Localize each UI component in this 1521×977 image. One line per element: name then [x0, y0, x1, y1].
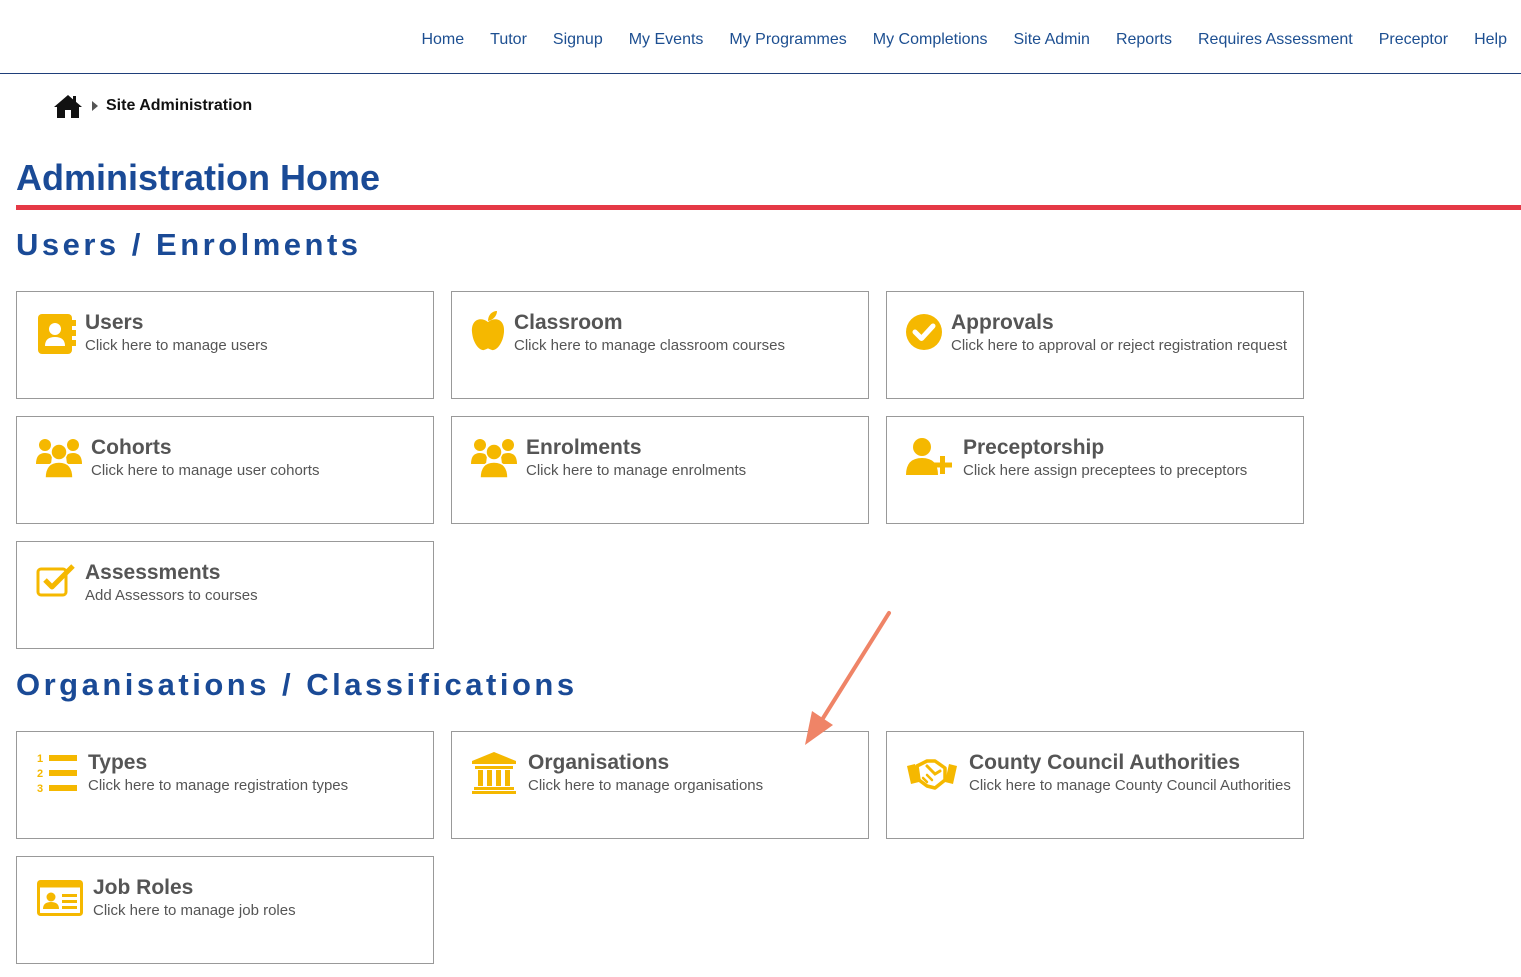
card-description: Click here to manage registration types [88, 777, 349, 794]
users-group-icon [471, 439, 517, 479]
card-title: Organisations [528, 751, 670, 774]
card-title: Assessments [85, 561, 221, 584]
breadcrumb: Site Administration [53, 93, 252, 119]
annotation-arrow-icon [805, 611, 891, 745]
nav-signup[interactable]: Signup [553, 31, 603, 49]
users-group-icon [36, 439, 82, 479]
card-approvals[interactable]: Approvals Click here to approval or reje… [886, 291, 1304, 399]
page-title: Administration Home [16, 157, 381, 198]
card-assessments[interactable]: Assessments Add Assessors to courses [16, 541, 434, 649]
user-plus-icon [906, 438, 952, 475]
checkbox-icon [36, 564, 75, 597]
card-description: Add Assessors to courses [85, 587, 258, 604]
card-title: Users [85, 311, 144, 334]
nav-help[interactable]: Help [1474, 31, 1507, 49]
card-description: Click here to approval or reject registr… [951, 337, 1287, 354]
card-description: Click here to manage County Council Auth… [969, 777, 1291, 794]
nav-reports[interactable]: Reports [1116, 31, 1172, 49]
card-preceptorship[interactable]: Preceptorship Click here assign precepte… [886, 416, 1304, 524]
card-types[interactable]: 1 2 3 Types Click here to manage registr… [16, 731, 434, 839]
nav-my-programmes[interactable]: My Programmes [729, 31, 846, 49]
card-title: Job Roles [93, 876, 194, 899]
nav-tutor[interactable]: Tutor [490, 31, 527, 49]
card-title: Enrolments [526, 436, 642, 459]
svg-text:2: 2 [37, 768, 43, 780]
id-card-icon [37, 880, 83, 916]
card-users[interactable]: Users Click here to manage users [16, 291, 434, 399]
breadcrumb-separator-icon [92, 101, 98, 111]
svg-text:1: 1 [37, 753, 43, 765]
ordered-list-icon: 1 2 3 [37, 753, 77, 794]
card-classroom[interactable]: Classroom Click here to manage classroom… [451, 291, 869, 399]
section-title-users: Users / Enrolments [16, 227, 362, 262]
card-county-council-authorities[interactable]: County Council Authorities Click here to… [886, 731, 1304, 839]
nav-home[interactable]: Home [421, 31, 464, 49]
handshake-icon [907, 759, 957, 790]
card-title: Cohorts [91, 436, 172, 459]
apple-icon [471, 311, 505, 351]
card-job-roles[interactable]: Job Roles Click here to manage job roles [16, 856, 434, 964]
card-title: Approvals [951, 311, 1054, 334]
card-description: Click here to manage organisations [528, 777, 764, 794]
card-cohorts[interactable]: Cohorts Click here to manage user cohort… [16, 416, 434, 524]
card-description: Click here to manage classroom courses [514, 337, 785, 354]
top-navigation: Home Tutor Signup My Events My Programme… [0, 0, 1521, 74]
breadcrumb-current: Site Administration [106, 97, 253, 114]
card-title: Types [88, 751, 148, 774]
nav-my-completions[interactable]: My Completions [873, 31, 988, 49]
home-icon[interactable] [53, 93, 83, 119]
svg-text:3: 3 [37, 783, 43, 794]
nav-preceptor[interactable]: Preceptor [1379, 31, 1448, 49]
card-description: Click here to manage users [85, 337, 268, 354]
institution-icon [472, 752, 516, 794]
card-description: Click here to manage user cohorts [91, 462, 320, 479]
card-description: Click here to manage job roles [93, 902, 296, 919]
card-title: Preceptorship [963, 436, 1105, 459]
card-description: Click here assign preceptees to precepto… [963, 462, 1248, 479]
card-title: County Council Authorities [969, 751, 1241, 774]
nav-requires-assessment[interactable]: Requires Assessment [1198, 31, 1353, 49]
nav-my-events[interactable]: My Events [629, 31, 704, 49]
nav-site-admin[interactable]: Site Admin [1013, 31, 1089, 49]
check-circle-icon [906, 314, 942, 350]
card-enrolments[interactable]: Enrolments Click here to manage enrolmen… [451, 416, 869, 524]
section-title-organisations: Organisations / Classifications [16, 667, 578, 702]
title-divider [16, 205, 1521, 210]
address-book-icon [38, 314, 76, 354]
card-title: Classroom [514, 311, 623, 334]
nav-links: Home Tutor Signup My Events My Programme… [395, 31, 1507, 49]
card-description: Click here to manage enrolments [526, 462, 747, 479]
